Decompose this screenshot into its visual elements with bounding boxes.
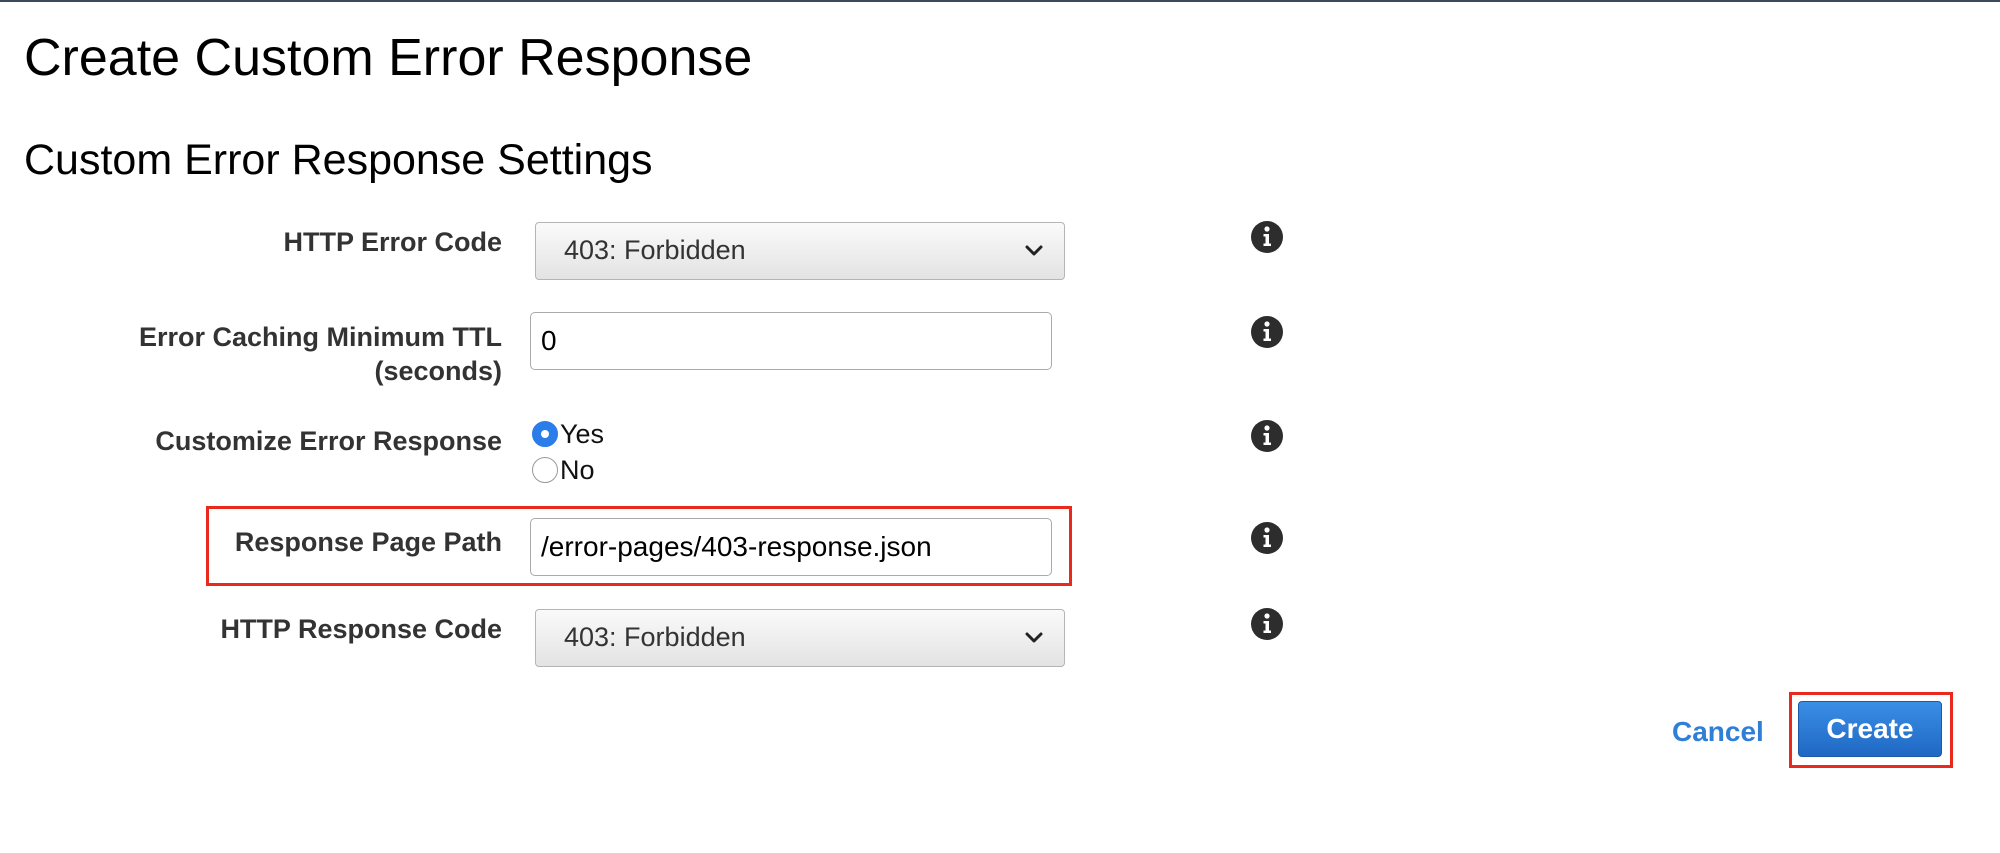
page-title: Create Custom Error Response: [24, 29, 753, 87]
http-error-code-select[interactable]: 403: Forbidden: [535, 222, 1065, 280]
radio-no[interactable]: [532, 457, 558, 483]
http-response-code-select[interactable]: 403: Forbidden: [535, 609, 1065, 667]
section-title: Custom Error Response Settings: [24, 136, 653, 184]
info-icon[interactable]: [1250, 315, 1284, 349]
customize-error-response-label: Customize Error Response: [155, 426, 502, 456]
http-response-code-value: 403: Forbidden: [564, 622, 746, 652]
response-page-path-label: Response Page Path: [234, 527, 502, 557]
cancel-button[interactable]: Cancel: [1672, 713, 1764, 751]
top-border: [0, 0, 2000, 2]
chevron-down-icon: [1025, 632, 1043, 643]
radio-option-no[interactable]: No: [532, 453, 595, 487]
radio-option-yes[interactable]: Yes: [532, 417, 604, 451]
http-error-code-label: HTTP Error Code: [283, 227, 502, 257]
chevron-down-icon: [1025, 245, 1043, 256]
create-button[interactable]: Create: [1798, 701, 1942, 757]
response-page-path-input[interactable]: [530, 518, 1052, 576]
radio-no-label: No: [560, 454, 595, 485]
radio-yes[interactable]: [532, 421, 558, 447]
error-caching-ttl-input[interactable]: [530, 312, 1052, 370]
info-icon[interactable]: [1250, 521, 1284, 555]
http-error-code-value: 403: Forbidden: [564, 235, 746, 265]
info-icon[interactable]: [1250, 419, 1284, 453]
http-response-code-label: HTTP Response Code: [220, 614, 502, 644]
radio-yes-label: Yes: [560, 418, 605, 449]
info-icon[interactable]: [1250, 607, 1284, 641]
info-icon[interactable]: [1250, 220, 1284, 254]
error-caching-ttl-label-seconds: (seconds): [374, 356, 502, 386]
error-caching-ttl-label: Error Caching Minimum TTL: [138, 322, 502, 352]
